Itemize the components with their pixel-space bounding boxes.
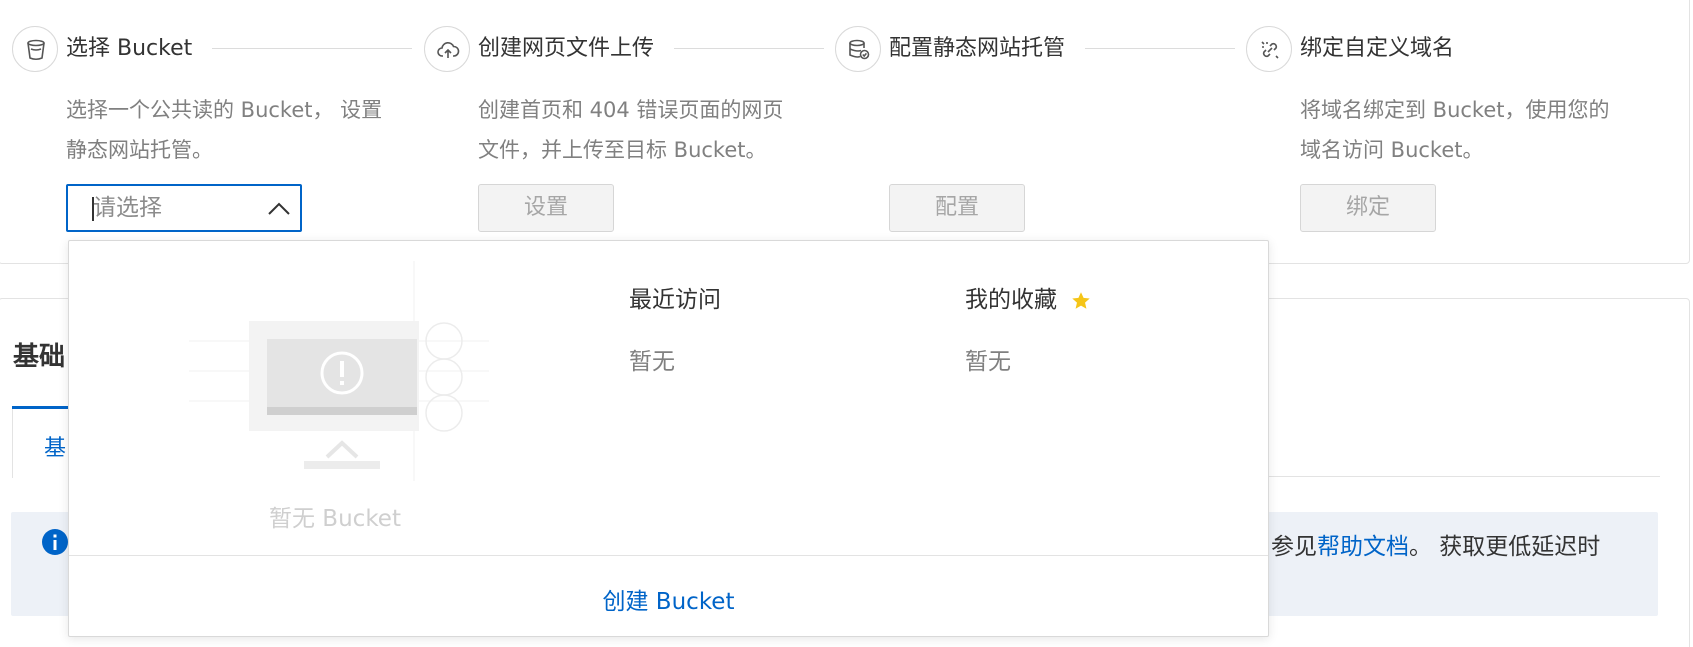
step-description-line: 创建首页和 404 错误页面的网页 <box>478 98 784 122</box>
star-icon <box>1072 291 1091 309</box>
favorites-empty: 暂无 <box>965 349 1011 375</box>
step-title: 选择 Bucket <box>66 35 207 63</box>
recent-visits-empty: 暂无 <box>629 349 675 375</box>
step-description-line: 选择一个公共读的 Bucket， 设置 <box>66 98 383 122</box>
step-connector <box>212 48 412 49</box>
empty-state-illustration <box>189 261 489 481</box>
bucket-dropdown-panel: 暂无 Bucket 最近访问 暂无 我的收藏 暂无 创建 Bucket <box>68 240 1269 637</box>
step-description-line: 文件，并上传至目标 Bucket。 <box>478 138 767 162</box>
bucket-select-placeholder: 请选择 <box>93 195 162 221</box>
configure-button[interactable]: 配置 <box>889 184 1025 232</box>
favorites-title: 我的收藏 <box>965 285 1092 315</box>
recent-visits-title: 最近访问 <box>629 287 721 313</box>
step-description: 选择一个公共读的 Bucket， 设置 静态网站托管。 <box>66 90 416 170</box>
cloud-upload-icon <box>424 26 470 72</box>
bucket-select[interactable]: 请选择 <box>66 184 302 232</box>
tab-basic[interactable]: 基 <box>44 430 66 462</box>
create-bucket-link[interactable]: 创建 Bucket <box>69 582 1268 616</box>
empty-bucket-text: 暂无 Bucket <box>269 506 401 532</box>
notice-prefix: 参见 <box>1271 534 1317 560</box>
step-title: 创建网页文件上传 <box>478 35 669 63</box>
notice-suffix: 。 获取更低延迟时 <box>1409 534 1601 560</box>
info-icon <box>42 529 68 555</box>
dropdown-footer: 创建 Bucket <box>69 555 1268 636</box>
notice-text: 参见帮助文档。 获取更低延迟时 <box>1271 532 1600 562</box>
bind-button[interactable]: 绑定 <box>1300 184 1436 232</box>
tab-divider <box>1260 476 1660 477</box>
bucket-icon <box>12 26 58 72</box>
link-icon <box>1246 26 1292 72</box>
step-title: 配置静态网站托管 <box>889 35 1080 63</box>
section-title: 基础 <box>13 342 66 372</box>
database-check-icon <box>835 26 881 72</box>
favorites-title-text: 我的收藏 <box>965 287 1057 313</box>
step-connector <box>674 48 824 49</box>
step-description-line: 域名访问 Bucket。 <box>1300 138 1484 162</box>
step-connector <box>1085 48 1235 49</box>
step-title: 绑定自定义域名 <box>1300 35 1469 63</box>
help-doc-link[interactable]: 帮助文档 <box>1317 534 1409 560</box>
step-description: 创建首页和 404 错误页面的网页 文件，并上传至目标 Bucket。 <box>478 90 828 170</box>
step-description: 将域名绑定到 Bucket，使用您的 域名访问 Bucket。 <box>1300 90 1650 170</box>
chevron-up-icon <box>268 202 290 215</box>
step-description-line: 静态网站托管。 <box>66 138 213 162</box>
setup-button[interactable]: 设置 <box>478 184 614 232</box>
step-description-line: 将域名绑定到 Bucket，使用您的 <box>1300 98 1610 122</box>
